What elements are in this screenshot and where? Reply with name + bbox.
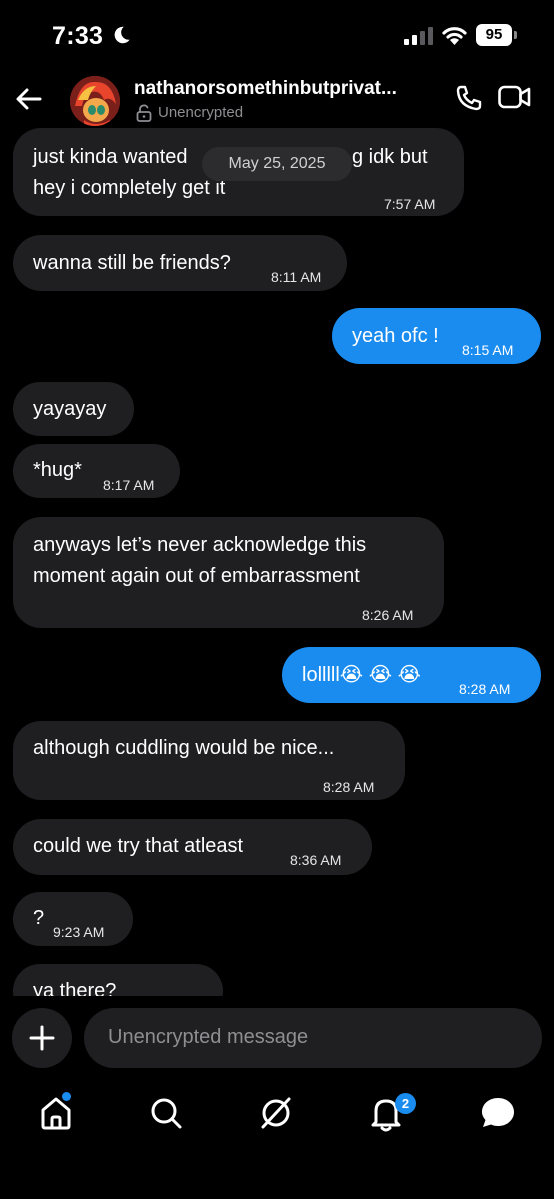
- message-input[interactable]: Unencrypted message: [84, 1008, 542, 1068]
- status-time: 7:33: [52, 22, 104, 50]
- message-time: 8:26 AM: [362, 607, 414, 623]
- add-attachment-button[interactable]: [12, 1008, 72, 1068]
- message-list[interactable]: just kinda wanted g idk but hey i comple…: [0, 128, 554, 996]
- home-unread-dot: [62, 1092, 71, 1101]
- message-bubble[interactable]: yeah ofc ! 8:15 AM: [332, 308, 541, 364]
- battery-icon: 95: [476, 24, 518, 46]
- lock-icon: [136, 104, 152, 122]
- moon-icon: [114, 26, 130, 44]
- video-icon[interactable]: [498, 84, 531, 110]
- chat-icon[interactable]: [478, 1093, 518, 1133]
- message-text: just kinda wanted: [33, 146, 188, 168]
- message-time: 8:36 AM: [290, 852, 342, 868]
- message-text: *hug*: [33, 459, 82, 481]
- message-time: 8:15 AM: [462, 342, 514, 358]
- message-bubble[interactable]: yayayay: [13, 382, 134, 436]
- message-time: 8:28 AM: [459, 681, 511, 697]
- message-text: yayayay: [33, 398, 107, 420]
- message-bubble[interactable]: ? 9:23 AM: [13, 892, 133, 946]
- search-icon[interactable]: [146, 1093, 186, 1133]
- avatar[interactable]: [70, 76, 120, 126]
- message-bubble[interactable]: wanna still be friends? 8:11 AM: [13, 235, 347, 291]
- message-time: 8:11 AM: [271, 269, 322, 285]
- message-bubble[interactable]: lolllll😭 😭 😭 8:28 AM: [282, 647, 541, 703]
- bottom-nav: 2: [0, 1085, 554, 1145]
- message-bubble[interactable]: anyways let’s never acknowledge this mom…: [13, 517, 444, 628]
- message-time: 7:57 AM: [384, 196, 436, 212]
- status-bar: 7:33 95: [0, 0, 554, 70]
- message-text: anyways let’s never acknowledge this: [33, 534, 367, 556]
- message-bubble[interactable]: ya there?: [13, 964, 223, 996]
- message-text: g idk but: [352, 146, 428, 168]
- chat-header: nathanorsomethinbutprivat... Unencrypted: [0, 70, 554, 128]
- message-text: wanna still be friends?: [33, 252, 231, 274]
- wifi-icon: [442, 27, 467, 45]
- explore-icon[interactable]: [256, 1093, 296, 1133]
- message-text: moment again out of embarrassment: [33, 565, 360, 587]
- battery-tip: [514, 31, 517, 39]
- back-arrow-icon[interactable]: [14, 84, 44, 114]
- message-text: although cuddling would be nice...: [33, 737, 335, 759]
- message-text: ?: [33, 907, 45, 929]
- message-time: 9:23 AM: [53, 924, 105, 940]
- contact-name[interactable]: nathanorsomethinbutprivat...: [134, 78, 397, 100]
- message-bubble[interactable]: *hug* 8:17 AM: [13, 444, 180, 498]
- message-text: lolllll😭 😭 😭: [302, 664, 422, 686]
- message-bubble[interactable]: could we try that atleast 8:36 AM: [13, 819, 372, 875]
- composer: Unencrypted message: [0, 1006, 554, 1070]
- phone-icon[interactable]: [455, 84, 483, 112]
- message-text: ya there?: [33, 980, 117, 996]
- signal-icon: [404, 27, 433, 45]
- message-time: 8:17 AM: [103, 477, 155, 493]
- message-bubble[interactable]: although cuddling would be nice... 8:28 …: [13, 721, 405, 800]
- message-text: yeah ofc !: [352, 325, 439, 347]
- date-separator: May 25, 2025: [202, 147, 352, 181]
- message-text: could we try that atleast: [33, 835, 244, 857]
- battery-level: 95: [476, 24, 512, 46]
- message-input-placeholder: Unencrypted message: [108, 1026, 309, 1048]
- notifications-badge: 2: [395, 1093, 416, 1114]
- encryption-label: Unencrypted: [158, 104, 244, 121]
- message-text: hey i completely get it: [33, 177, 226, 199]
- plus-icon: [29, 1025, 55, 1051]
- message-time: 8:28 AM: [323, 779, 375, 795]
